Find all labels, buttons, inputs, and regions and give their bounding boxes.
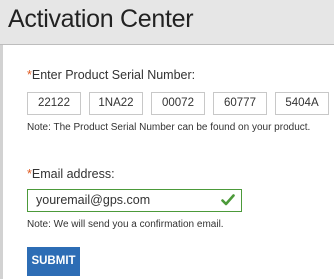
serial-number-label: Enter Product Serial Number: — [31, 68, 196, 82]
serial-note: Note: The Product Serial Number can be f… — [27, 122, 311, 133]
email-address-label: Email address: — [31, 167, 115, 181]
activation-page: Activation Center *Enter Product Serial … — [0, 0, 334, 279]
serial-segment-4-input[interactable]: 60777 — [213, 92, 267, 115]
email-note: Note: We will send you a confirmation em… — [27, 219, 224, 230]
submit-button[interactable]: SUBMIT — [27, 247, 80, 276]
checkmark-icon — [221, 194, 235, 206]
serial-segment-5-input[interactable]: 5404A — [275, 92, 329, 115]
page-header: Activation Center — [0, 0, 334, 45]
page-title: Activation Center — [8, 5, 194, 33]
email-label-row: *Email address: — [27, 167, 115, 181]
email-value: youremail@gps.com — [36, 193, 151, 207]
serial-segment-2-input[interactable]: 1NA22 — [89, 92, 143, 115]
serial-segment-1-input[interactable]: 22122 — [27, 92, 81, 115]
serial-label-row: *Enter Product Serial Number: — [27, 68, 195, 82]
email-field[interactable]: youremail@gps.com — [27, 189, 242, 212]
serial-segment-3-input[interactable]: 00072 — [151, 92, 205, 115]
